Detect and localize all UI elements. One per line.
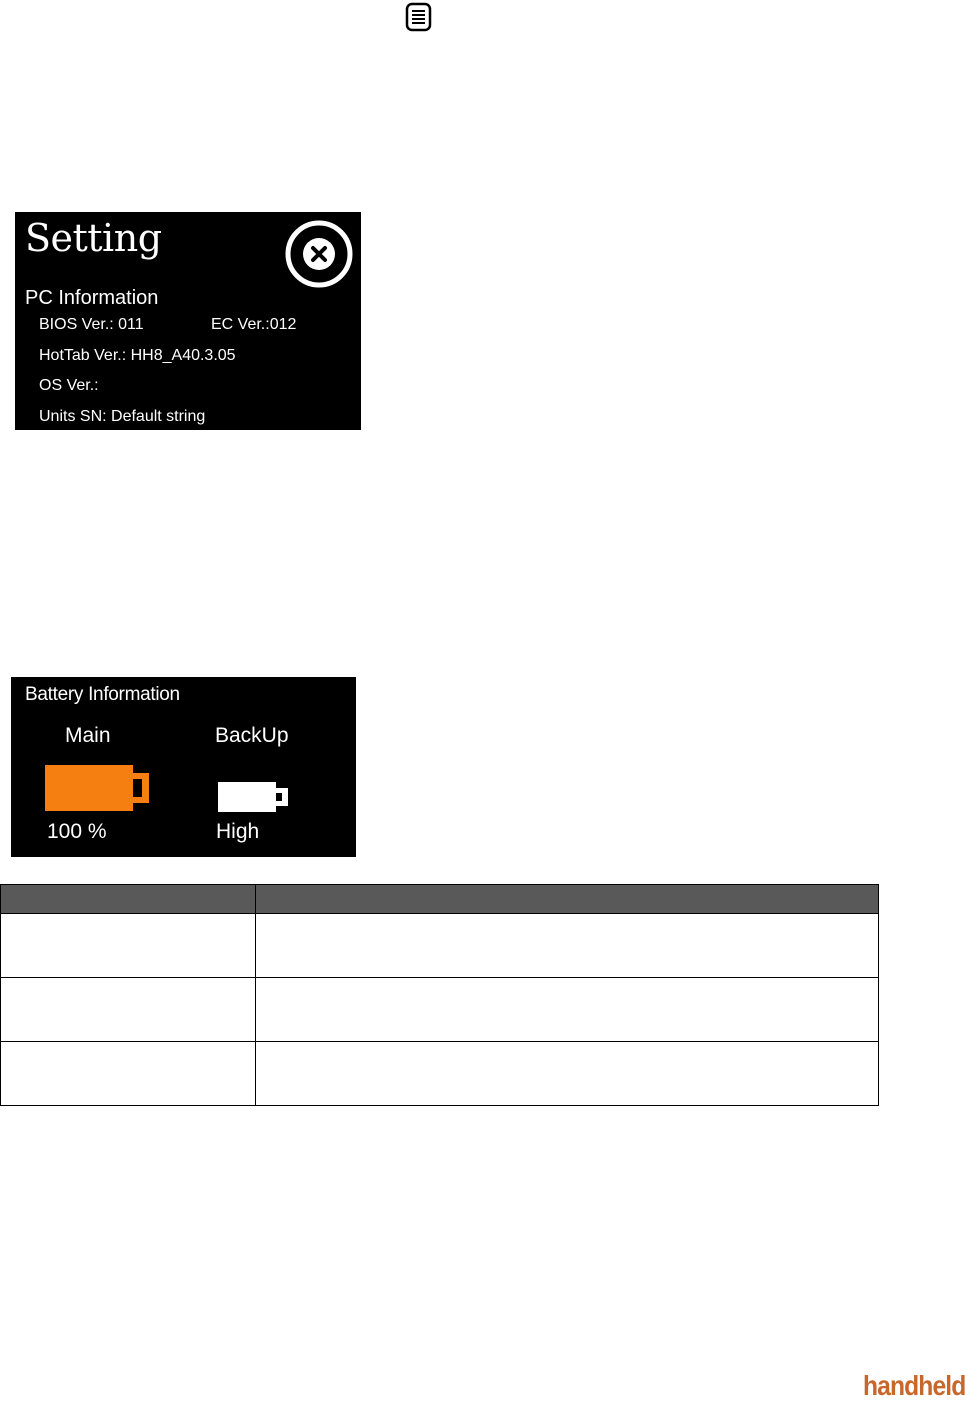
backup-battery-icon — [218, 782, 288, 812]
units-sn: Units SN: Default string — [39, 408, 206, 425]
table-row — [0, 977, 879, 1042]
table-header-cell — [255, 884, 879, 914]
main-battery-value: 100 % — [47, 820, 107, 843]
hottab-version: HotTab Ver.: HH8_A40.3.05 — [39, 347, 236, 364]
table-cell — [0, 913, 256, 978]
battery-information-heading: Battery Information — [25, 684, 180, 705]
setting-title: Setting — [25, 216, 162, 260]
table-cell — [0, 977, 256, 1042]
menu-list-icon[interactable] — [405, 2, 432, 32]
close-icon[interactable] — [283, 218, 355, 290]
info-table — [0, 884, 879, 1106]
table-cell — [255, 1041, 879, 1106]
table-cell — [255, 913, 879, 978]
backup-battery-value: High — [216, 820, 260, 843]
setting-panel: Setting PC Information BIOS Ver.: 011 EC… — [15, 212, 361, 430]
table-header-cell — [0, 884, 256, 914]
ec-version: EC Ver.:012 — [211, 316, 297, 333]
backup-battery-label: BackUp — [215, 724, 289, 747]
os-version: OS Ver.: — [39, 377, 99, 394]
table-cell — [255, 977, 879, 1042]
table-header-row — [0, 884, 879, 914]
table-cell — [0, 1041, 256, 1106]
pc-information-heading: PC Information — [25, 287, 159, 309]
table-row — [0, 913, 879, 978]
table-row — [0, 1041, 879, 1106]
bios-version: BIOS Ver.: 011 — [39, 316, 144, 333]
main-battery-fill — [45, 765, 133, 811]
main-battery-icon — [45, 765, 149, 811]
main-battery-label: Main — [65, 724, 111, 747]
battery-panel: Battery Information Main BackUp 100 % Hi… — [11, 677, 356, 857]
handheld-logo: handheld — [862, 1370, 965, 1401]
